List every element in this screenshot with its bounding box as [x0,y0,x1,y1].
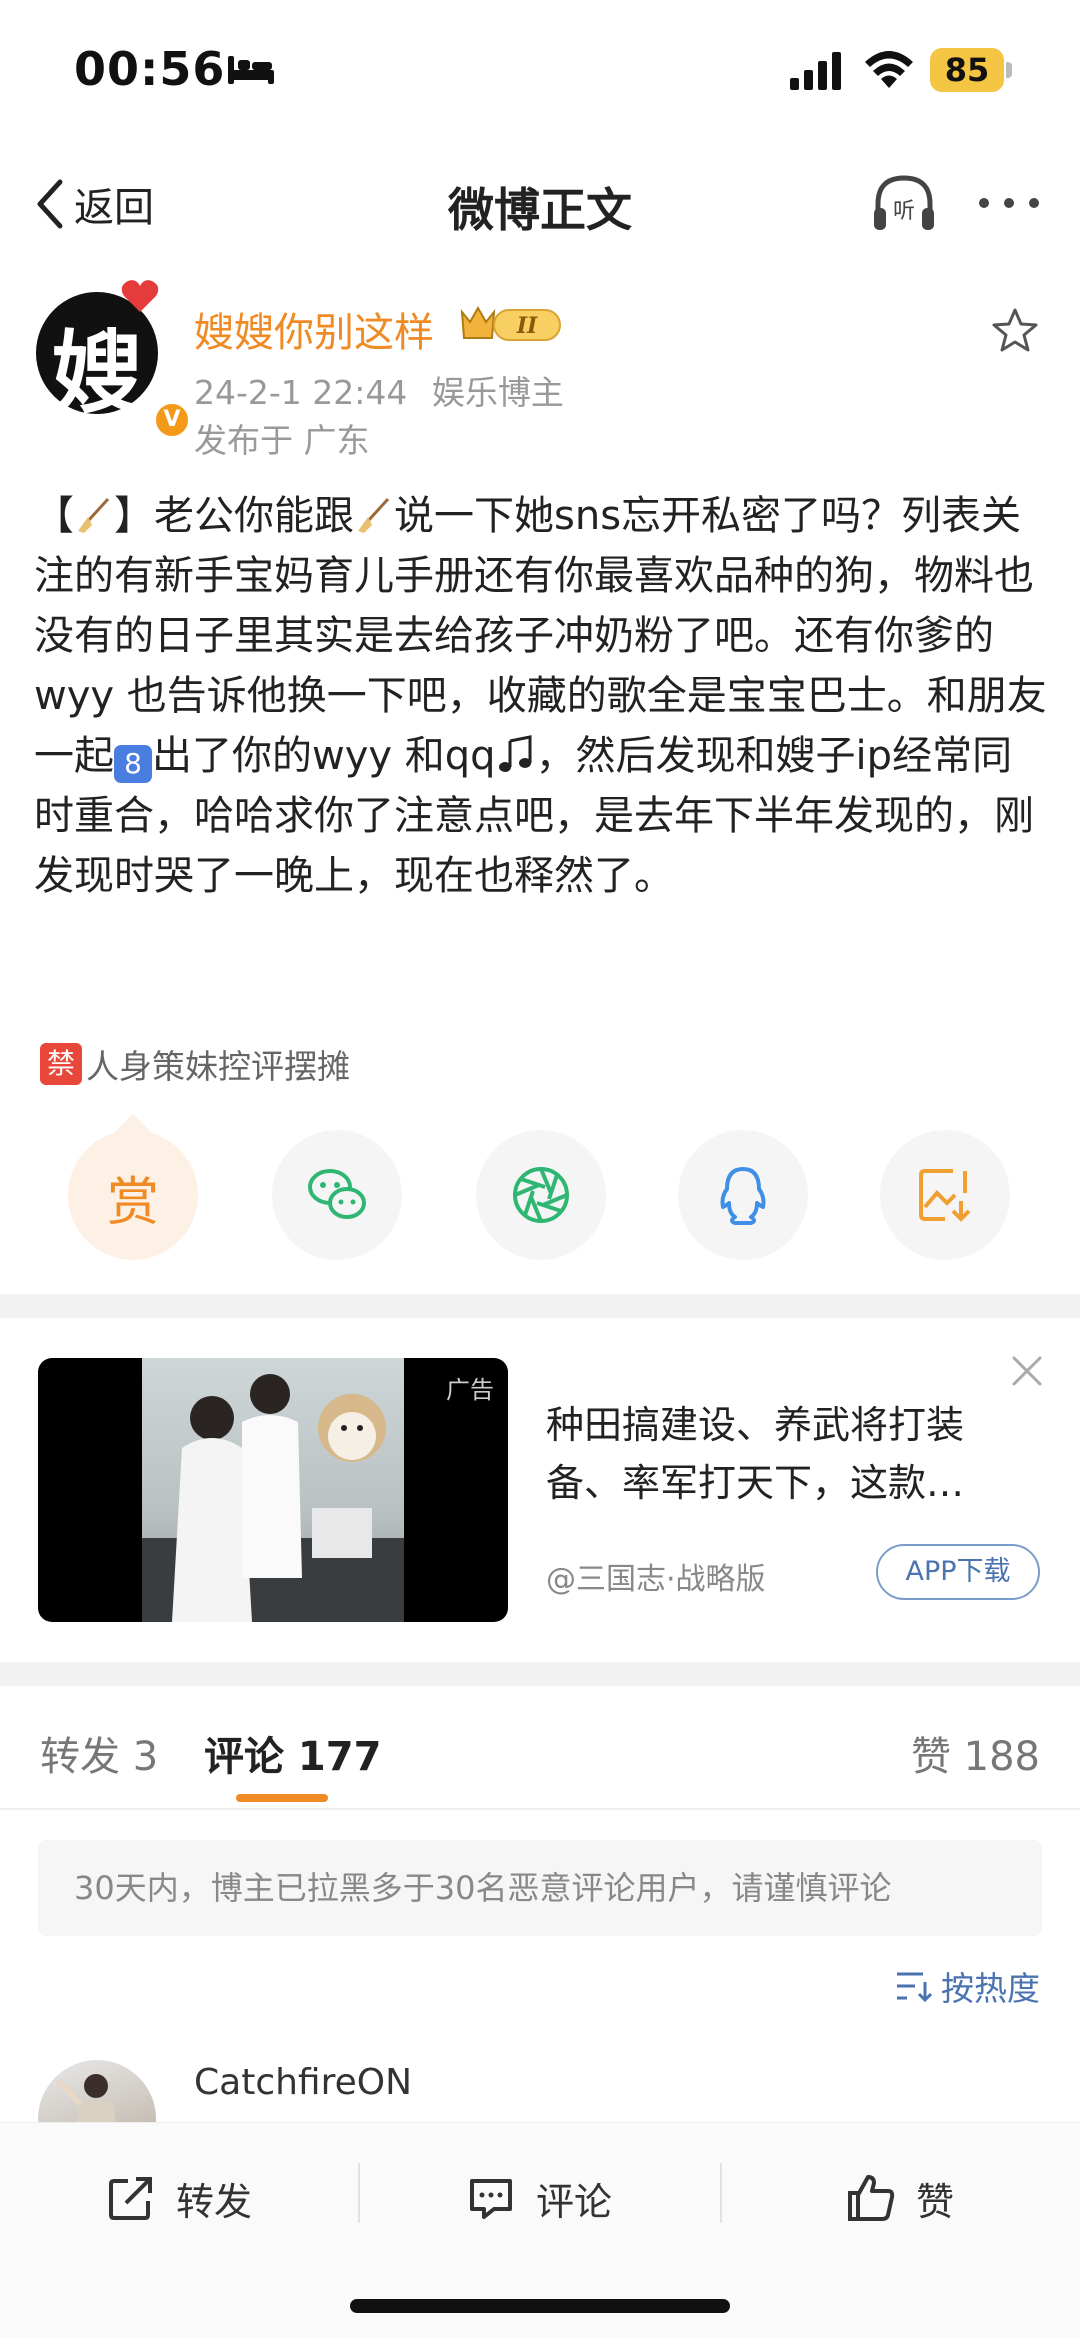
active-tab-indicator [236,1794,328,1802]
cellular-signal-icon [790,52,841,90]
ad-headline[interactable]: 种田搞建设、养武将打装备、率军打天下，这款… [546,1396,1026,1512]
tag-label: 人身策妹控评摆摊 [86,1047,350,1086]
sort-icon [897,1972,933,2003]
content-text: 老公你能跟 [154,493,354,539]
tab-repost[interactable]: 转发 3 [40,1724,158,1782]
interaction-tabs: 转发 3 评论 177 赞 188 [0,1690,1080,1810]
repost-label: 转发 [176,2179,253,2224]
share-moments-button[interactable] [476,1130,606,1260]
like-label: 赞 [916,2179,955,2224]
status-bar: 00:56 85 [0,0,1080,150]
like-button[interactable]: 赞 [846,2163,954,2233]
broom-emoji-icon [78,497,110,533]
wifi-icon [865,51,913,88]
home-indicator[interactable] [350,2299,730,2313]
section-divider [0,1294,1080,1318]
verified-badge-icon: V [152,400,192,440]
bottom-action-bar: 转发 评论 赞 [0,2122,1080,2338]
repost-button[interactable]: 转发 [106,2163,252,2233]
music-note-emoji-icon [498,735,532,772]
post-meta: 24-2-1 22:44 娱乐博主 [194,366,564,414]
save-image-icon [919,1169,971,1222]
moments-aperture-icon [513,1167,569,1223]
forbidden-tag-icon: 禁 [40,1043,82,1085]
more-options-icon[interactable] [974,188,1044,218]
battery-tip [1006,62,1012,78]
share-icon [109,2177,152,2220]
sort-label: 按热度 [941,1969,1040,2008]
post-location: 发布于 广东 [194,421,370,460]
tab-likes[interactable]: 赞 188 [911,1724,1040,1782]
broom-emoji-icon [358,497,390,533]
pointer-icon [115,1114,151,1132]
listen-headphones-icon[interactable]: 听 [868,168,940,240]
ad-video-thumbnail[interactable]: 广告 [38,1358,508,1622]
app-download-button[interactable]: APP下载 [876,1544,1040,1600]
share-row: 赏 [0,1114,1080,1260]
sleep-mode-icon [228,56,274,84]
avatar-character: 嫂 [52,320,142,426]
reward-button[interactable]: 赏 [68,1114,198,1260]
star-icon[interactable] [990,306,1040,356]
keycap-eight-emoji: 8 [114,745,152,783]
ad-source[interactable]: @三国志·战略版 [546,1554,766,1598]
share-wechat-button[interactable] [272,1130,402,1260]
share-qq-button[interactable] [678,1130,808,1260]
nav-bar: 返回 微博正文 听 [0,150,1080,260]
qq-penguin-icon [720,1167,766,1225]
close-icon[interactable] [1010,1354,1044,1388]
content-text: 出了你的wyy 和qq [152,733,496,779]
section-divider [0,1662,1080,1686]
sort-by-popularity[interactable]: 按热度 [893,1962,1040,2010]
comment-username[interactable]: CatchfireON [194,2062,412,2103]
reward-label: 赏 [106,1173,159,1233]
ad-photo [142,1358,404,1622]
divider [358,2163,360,2223]
thumbs-up-icon [848,2175,895,2221]
author-name[interactable]: 嫂嫂你别这样 [194,300,434,358]
content-bracket: 【 [34,493,74,539]
comment-notice: 30天内，博主已拉黑多于30名恶意评论用户，请谨慎评论 [38,1840,1042,1936]
post-category: 娱乐博主 [431,373,564,412]
post-date: 24-2-1 22:44 [194,373,408,412]
tab-comment[interactable]: 评论 177 [204,1724,381,1782]
comment-button[interactable]: 评论 [466,2163,612,2233]
heart-icon [121,280,159,312]
ad-badge: 广告 [446,1376,494,1404]
vip-crown-badge-icon[interactable]: II [458,300,564,348]
vip-level: II [516,313,538,339]
content-bracket-close: 】 [114,493,154,539]
author-avatar[interactable]: 嫂 V [36,280,192,440]
status-time: 00:56 [74,42,226,96]
post-header: 嫂 V 嫂嫂你别这样 II 24-2-1 22:44 娱乐博主 发布于 广东 [0,270,1080,470]
ad-card[interactable]: 广告 种田搞建设、养武将打装备、率军打天下，这款… @三国志·战略版 APP下载 [0,1318,1080,1648]
save-image-button[interactable] [880,1130,1010,1260]
divider [720,2163,722,2223]
battery-indicator: 85 [930,48,1004,92]
ad-illustration-icon [142,1374,404,1622]
comment-label: 评论 [536,2179,613,2224]
wechat-icon [308,1169,366,1219]
post-content: 【 】老公你能跟 说一下她sns忘开私密了吗？列表关注的有新手宝妈育儿手册还有你… [34,486,1050,906]
svg-text:听: 听 [893,199,915,224]
post-tag[interactable]: 禁 人身策妹控评摆摊 [40,1040,350,1088]
comment-icon [470,2179,512,2219]
